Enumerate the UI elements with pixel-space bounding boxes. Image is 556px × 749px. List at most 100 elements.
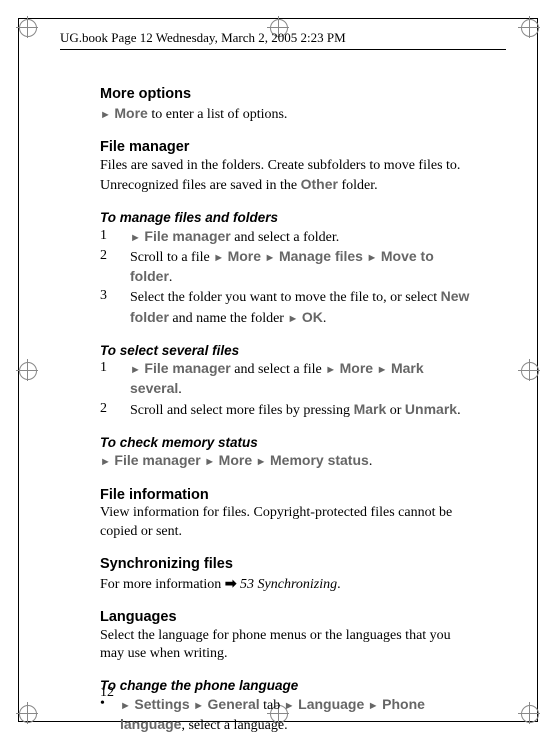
arrow-icon: ► [100,456,111,468]
body-text: and select a folder. [231,230,339,245]
list-number: 2 [100,247,130,287]
arrow-icon: ► [287,313,298,325]
section-more-options: More options ► More to enter a list of o… [100,85,476,124]
body-text: and name the folder [169,311,288,326]
body-text: tab [260,698,284,713]
menu-path: Other [301,176,338,192]
body-text: Select the folder you want to move the f… [130,290,441,305]
crop-mark-icon [16,16,38,38]
heading-file-info: File information [100,486,476,505]
menu-path: Memory status [270,452,369,468]
list-item: 1 ► File manager and select a folder. [100,227,476,247]
body-text: For more information [100,577,225,592]
list-body: Scroll to a file ► More ► Manage files ►… [130,247,476,287]
crop-mark-icon [518,359,540,381]
body-text: ► File manager ► More ► Memory status. [100,451,476,471]
menu-path: OK [302,309,323,325]
body-text: . [337,577,341,592]
menu-path: More [340,360,373,376]
body-text: Files are saved in the folders. Create s… [100,158,460,193]
list-body: Scroll and select more files by pressing… [130,400,476,420]
arrow-icon: ► [325,364,336,376]
list-item: 3 Select the folder you want to move the… [100,287,476,327]
list-number: 3 [100,287,130,327]
section-languages: Languages Select the language for phone … [100,608,476,663]
page-number: 12 [100,684,114,702]
list-number: 1 [100,359,130,399]
heading-languages: Languages [100,608,476,627]
subheading-manage-files: To manage files and folders [100,209,476,227]
body-text: . [178,382,182,397]
page-header: UG.book Page 12 Wednesday, March 2, 2005… [60,30,506,50]
list-item: • ► Settings ► General tab ► Language ► … [100,695,476,735]
list-item: 1 ► File manager and select a file ► Mor… [100,359,476,399]
section-file-manager: File manager Files are saved in the fold… [100,138,476,195]
subheading-change-language: To change the phone language [100,677,476,695]
crop-mark-icon [518,16,540,38]
arrow-icon: ► [204,456,215,468]
list-item: 2 Scroll and select more files by pressi… [100,400,476,420]
arrow-icon: ► [284,700,295,712]
body-text: . [369,454,373,469]
list-body: ► Settings ► General tab ► Language ► Ph… [120,695,476,735]
arrow-icon: ► [120,700,131,712]
menu-path: File manager [144,360,230,376]
section-file-info: File information View information for fi… [100,486,476,541]
reference-text: 53 Synchronizing [237,577,338,592]
section-sync-files: Synchronizing files For more information… [100,555,476,594]
menu-path: General [208,696,260,712]
crop-mark-icon [16,702,38,724]
section-change-language: To change the phone language • ► Setting… [100,677,476,735]
section-memory-status: To check memory status ► File manager ► … [100,434,476,472]
page-content: More options ► More to enter a list of o… [100,85,476,749]
body-text: . [323,311,327,326]
body-text: Scroll and select more files by pressing [130,403,354,418]
body-text: Select the language for phone menus or t… [100,627,476,663]
list-number: 1 [100,227,130,247]
body-text: to enter a list of options. [148,107,288,122]
menu-path: More [228,248,261,264]
arrow-icon: ► [193,700,204,712]
body-text: Scroll to a file [130,250,213,265]
menu-path: Manage files [279,248,363,264]
menu-path: File manager [114,452,200,468]
list-body: Select the folder you want to move the f… [130,287,476,327]
arrow-icon: ► [368,700,379,712]
body-text: Files are saved in the folders. Create s… [100,157,476,195]
list-body: ► File manager and select a folder. [130,227,476,247]
list-item: 2 Scroll to a file ► More ► Manage files… [100,247,476,287]
section-manage-files: To manage files and folders 1 ► File man… [100,209,476,327]
arrow-icon: ► [265,252,276,264]
crop-mark-icon [518,702,540,724]
body-text: and select a file [231,362,325,377]
menu-path: Language [298,696,364,712]
body-text: . [457,403,461,418]
crop-mark-icon [16,359,38,381]
body-text: folder. [338,178,378,193]
menu-path: File manager [144,228,230,244]
arrow-icon: ► [256,456,267,468]
menu-path: More [114,105,147,121]
body-text: View information for files. Copyright-pr… [100,504,476,540]
subheading-memory-status: To check memory status [100,434,476,452]
list-body: ► File manager and select a file ► More … [130,359,476,399]
arrow-icon: ► [366,252,377,264]
arrow-icon: ► [130,364,141,376]
body-text: . [169,270,173,285]
arrow-icon: ► [130,232,141,244]
body-text: For more information ➡ 53 Synchronizing. [100,574,476,594]
menu-path: More [219,452,252,468]
menu-path: Mark [354,401,387,417]
reference-arrow-icon: ➡ [225,575,237,591]
section-select-files: To select several files 1 ► File manager… [100,342,476,420]
body-text: , select a language. [181,718,287,733]
arrow-icon: ► [377,364,388,376]
list-number: 2 [100,400,130,420]
arrow-icon: ► [213,252,224,264]
heading-more-options: More options [100,85,476,104]
subheading-select-files: To select several files [100,342,476,360]
menu-path: Settings [134,696,189,712]
heading-sync-files: Synchronizing files [100,555,476,574]
body-text: or [386,403,405,418]
heading-file-manager: File manager [100,138,476,157]
